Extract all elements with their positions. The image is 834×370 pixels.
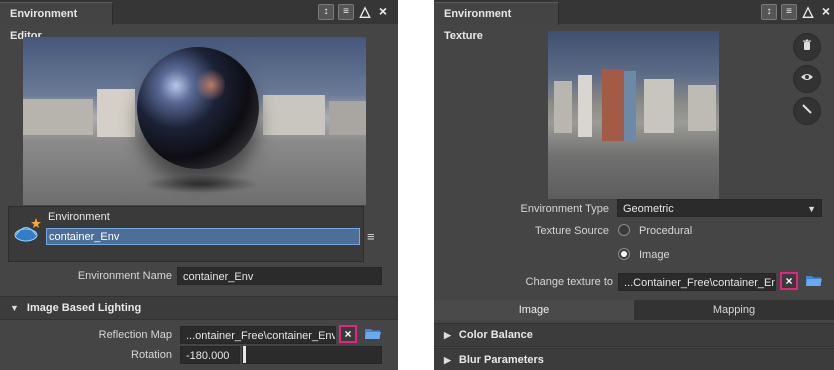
trash-icon[interactable] — [793, 33, 821, 61]
resize-icon[interactable]: ↕ — [318, 4, 334, 20]
rotation-label: Rotation — [131, 349, 172, 361]
environment-preview — [23, 37, 366, 205]
title-bar: Environment Editor ↕ ≡ △ × — [0, 0, 398, 42]
change-texture-field[interactable]: ...Container_Free\container_Env.hdr — [618, 273, 776, 291]
chrome-sphere — [137, 47, 259, 169]
texture-source-label: Texture Source — [535, 225, 609, 237]
tab-mapping[interactable]: Mapping — [634, 300, 834, 320]
maximize-icon[interactable]: △ — [801, 4, 815, 20]
folder-icon[interactable] — [365, 327, 381, 340]
rotation-field[interactable]: -180.000 — [180, 346, 240, 364]
ibl-section-title: Image Based Lighting — [26, 302, 142, 314]
radio-procedural-label: Procedural — [639, 225, 693, 237]
clear-reflection-map-button[interactable]: × — [339, 325, 357, 343]
menu-icon[interactable]: ≡ — [338, 4, 354, 20]
sphere-shadow — [143, 175, 259, 193]
environment-type-value: Geometric — [623, 203, 674, 215]
blur-parameters-section[interactable]: ▶ Blur Parameters — [434, 348, 834, 370]
blur-parameters-title: Blur Parameters — [458, 354, 544, 366]
title-bar: Environment Texture ↕ ≡ △ × — [434, 0, 834, 42]
ibl-section-header[interactable]: ▼ Image Based Lighting — [0, 296, 398, 320]
caret-right-icon: ▶ — [444, 330, 451, 340]
caret-down-icon: ▼ — [10, 303, 19, 313]
radio-image-label: Image — [639, 249, 670, 261]
env-name-label: Environment Name — [77, 270, 172, 282]
color-balance-section[interactable]: ▶ Color Balance — [434, 323, 834, 347]
reflection-map-field[interactable]: ...ontainer_Free\container_Env.hdr — [180, 326, 336, 344]
wand-icon[interactable] — [793, 97, 821, 125]
folder-icon[interactable] — [806, 274, 822, 287]
tab-image[interactable]: Image — [434, 300, 634, 320]
chevron-down-icon: ▼ — [807, 204, 816, 214]
menu-icon[interactable]: ≡ — [781, 4, 797, 20]
eye-icon[interactable] — [793, 65, 821, 93]
texture-preview — [548, 31, 719, 199]
panel-title-tab[interactable]: Environment Texture — [434, 2, 559, 42]
reflection-map-label: Reflection Map — [98, 329, 172, 341]
maximize-icon[interactable]: △ — [358, 4, 372, 20]
environment-texture-panel: Environment Texture ↕ ≡ △ × Environment … — [434, 0, 834, 370]
change-texture-label: Change texture to — [525, 276, 613, 288]
close-icon[interactable]: × — [376, 4, 390, 20]
environment-editor-panel: Environment Editor ↕ ≡ △ × Environment c… — [0, 0, 398, 370]
environment-type-dropdown[interactable]: Geometric ▼ — [617, 199, 822, 217]
environment-icon — [14, 218, 41, 242]
caret-right-icon: ▶ — [444, 355, 451, 365]
env-name-field[interactable]: container_Env — [177, 267, 382, 285]
texture-tabs: Image Mapping — [434, 300, 834, 320]
environment-menu-icon[interactable]: ≡ — [367, 229, 375, 244]
rotation-slider-handle[interactable] — [243, 346, 246, 363]
resize-icon[interactable]: ↕ — [761, 4, 777, 20]
panel-title-tab[interactable]: Environment Editor — [0, 2, 113, 42]
environment-name-input[interactable]: container_Env — [46, 228, 360, 245]
radio-procedural[interactable] — [618, 224, 630, 236]
color-balance-title: Color Balance — [458, 329, 533, 341]
close-icon[interactable]: × — [819, 4, 833, 20]
radio-image[interactable] — [618, 248, 630, 260]
rotation-slider-track[interactable] — [242, 346, 382, 364]
environment-type-label: Environment Type — [520, 203, 609, 215]
environment-label: Environment — [48, 211, 110, 223]
clear-texture-button[interactable]: × — [780, 272, 798, 290]
